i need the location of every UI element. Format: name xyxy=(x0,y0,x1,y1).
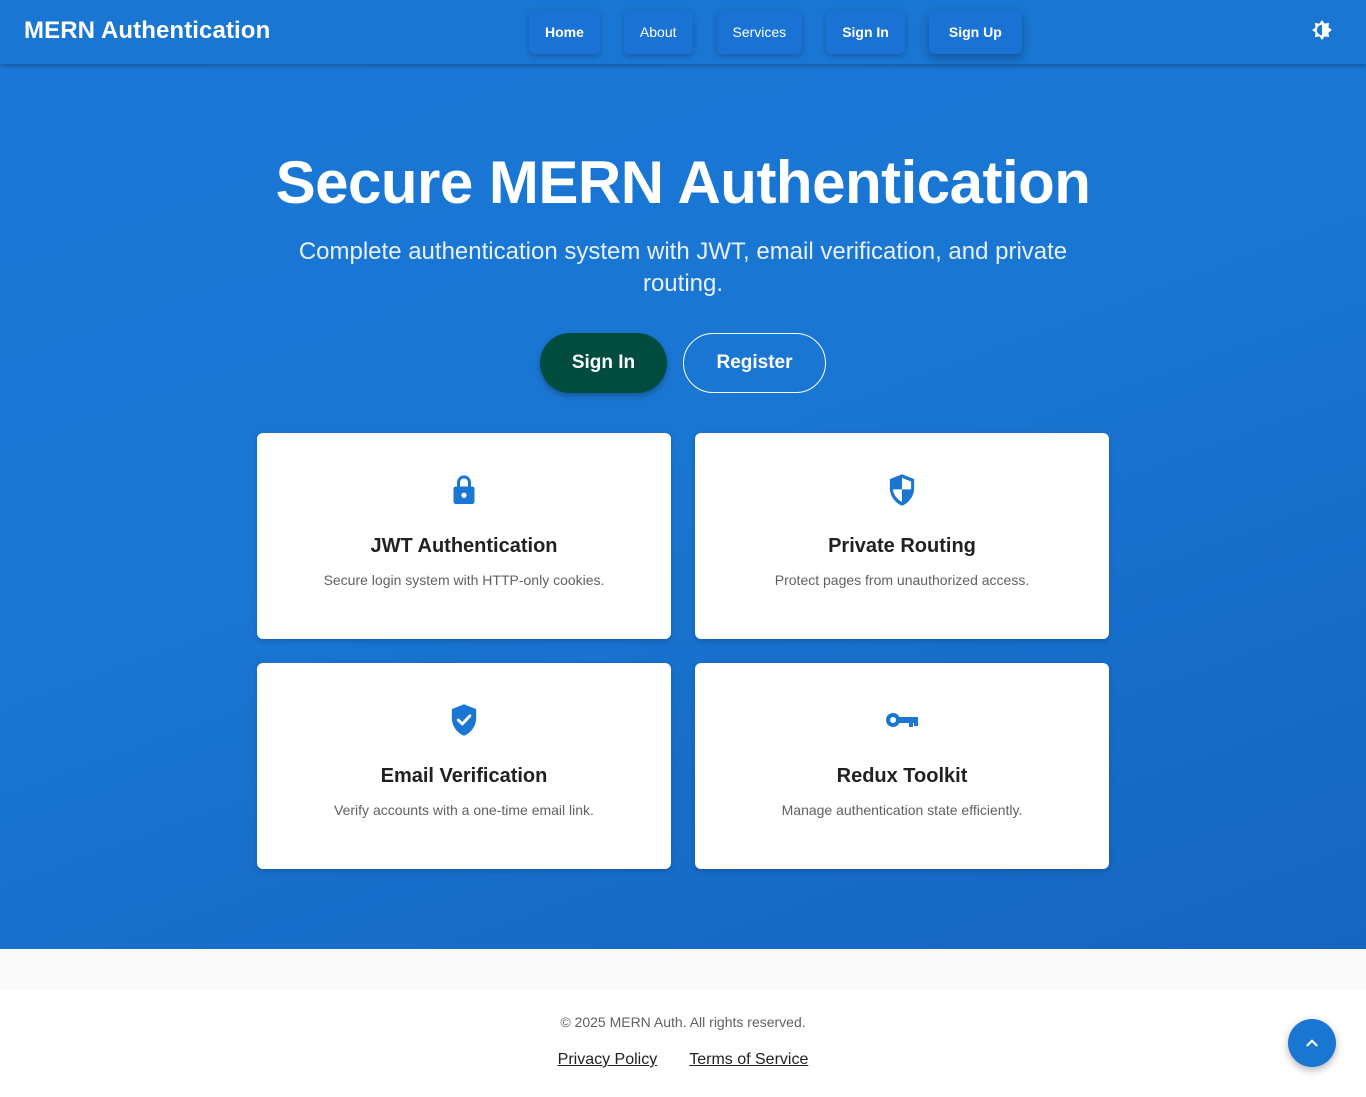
feature-title: JWT Authentication xyxy=(370,535,558,557)
footer-links: Privacy Policy Terms of Service xyxy=(0,1051,1366,1069)
privacy-policy-link[interactable]: Privacy Policy xyxy=(558,1051,658,1069)
scroll-to-top-button[interactable] xyxy=(1288,1019,1336,1067)
brand-title[interactable]: MERN Authentication xyxy=(24,17,270,45)
main-nav: Home About Services Sign In Sign Up xyxy=(529,10,1022,54)
feature-description: Verify accounts with a one-time email li… xyxy=(334,802,594,818)
hero-actions: Sign In Register xyxy=(540,333,826,393)
hero-section: Secure MERN Authentication Complete auth… xyxy=(0,64,1366,949)
terms-of-service-link[interactable]: Terms of Service xyxy=(689,1051,808,1069)
lock-icon xyxy=(453,475,475,504)
copyright-text: © 2025 MERN Auth. All rights reserved. xyxy=(560,1014,806,1030)
feature-card-email-verification: Email Verification Verify accounts with … xyxy=(257,663,671,869)
feature-description: Manage authentication state efficiently. xyxy=(781,802,1023,818)
key-icon xyxy=(886,713,918,727)
nav-about-button[interactable]: About xyxy=(623,10,693,54)
nav-home-button[interactable]: Home xyxy=(529,10,600,54)
hero-title: Secure MERN Authentication xyxy=(275,149,1091,216)
theme-toggle-button[interactable] xyxy=(1309,17,1335,43)
app-bar: MERN Authentication Home About Services … xyxy=(0,0,1366,64)
nav-services-button[interactable]: Services xyxy=(716,10,803,54)
hero-sign-in-button[interactable]: Sign In xyxy=(540,333,667,393)
feature-card-private-routing: Private Routing Protect pages from unaut… xyxy=(695,433,1109,639)
feature-title: Email Verification xyxy=(380,765,548,787)
chevron-up-icon xyxy=(1306,1039,1318,1047)
feature-title: Redux Toolkit xyxy=(836,765,968,787)
shield-icon xyxy=(889,474,915,506)
feature-card-redux-toolkit: Redux Toolkit Manage authentication stat… xyxy=(695,663,1109,869)
feature-card-jwt: JWT Authentication Secure login system w… xyxy=(257,433,671,639)
footer: © 2025 MERN Auth. All rights reserved. P… xyxy=(0,989,1366,1097)
feature-description: Protect pages from unauthorized access. xyxy=(774,572,1030,588)
hero-subtitle: Complete authentication system with JWT,… xyxy=(298,238,1068,297)
nav-sign-up-button[interactable]: Sign Up xyxy=(928,10,1022,54)
brightness-icon xyxy=(1312,20,1332,40)
nav-sign-in-button[interactable]: Sign In xyxy=(826,10,905,54)
feature-description: Secure login system with HTTP-only cooki… xyxy=(323,572,605,588)
feature-title: Private Routing xyxy=(828,535,976,557)
hero-register-button[interactable]: Register xyxy=(683,333,826,393)
verified-shield-icon xyxy=(451,704,477,736)
